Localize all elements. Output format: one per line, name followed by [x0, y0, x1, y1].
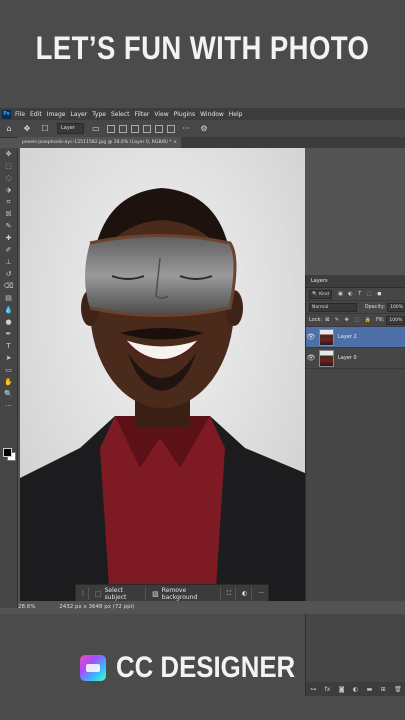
- menu-layer[interactable]: Layer: [70, 111, 87, 118]
- layer-row-layer-0[interactable]: 👁 Layer 0: [306, 348, 405, 369]
- tools-panel: ✥ ⬚ ◌ ⬗ ⌗ ☒ ✎ ✚ ✐ ⊥ ↺ ⌫ ▤ 💧 ● ✒ T ➤ ▭ ✋ …: [0, 148, 18, 608]
- shape-tool-icon[interactable]: ▭: [0, 364, 17, 376]
- fill-label: Fill:: [375, 317, 385, 323]
- lasso-tool-icon[interactable]: ◌: [0, 172, 17, 184]
- menu-bar: Ps File Edit Image Layer Type Select Fil…: [0, 108, 405, 120]
- transform-icon[interactable]: ⛶: [223, 587, 237, 600]
- menu-file[interactable]: File: [15, 111, 25, 118]
- lock-icons[interactable]: ⊠ ✎ ✥ ⬚ 🔒: [325, 317, 373, 323]
- video-title-banner: LET’S FUN WITH PHOTO: [35, 30, 370, 66]
- menu-image[interactable]: Image: [47, 111, 66, 118]
- frame-tool-icon[interactable]: ☒: [0, 208, 17, 220]
- layer-thumbnail: [319, 328, 334, 346]
- opacity-label: Opacity:: [364, 304, 386, 310]
- align-middle-icon[interactable]: [154, 124, 163, 133]
- document-tab-title: pexels-josephsolo-ayc-12511582.jpg @ 28.…: [22, 140, 172, 145]
- layer-filter-row: 🔍 Kind ▣ ◐ T ⬚ ◼: [306, 288, 405, 301]
- layer-name: Layer 2: [338, 334, 357, 340]
- zoom-tool-icon[interactable]: 🔍: [0, 388, 17, 400]
- eyedropper-tool-icon[interactable]: ✎: [0, 220, 17, 232]
- status-bar: 28.6% 2432 px x 3648 px (72 ppi): [18, 601, 405, 614]
- marquee-tool-icon[interactable]: ⬚: [0, 160, 17, 172]
- document-canvas[interactable]: [18, 148, 305, 603]
- photoshop-logo-icon: Ps: [2, 109, 11, 119]
- image-icon: ▨: [152, 589, 159, 598]
- blend-row: Normal Opacity: 100%: [306, 301, 405, 314]
- menu-filter[interactable]: Filter: [135, 111, 150, 118]
- document-tab-bar: pexels-josephsolo-ayc-12511582.jpg @ 28.…: [18, 137, 405, 148]
- menu-select[interactable]: Select: [111, 111, 130, 118]
- layers-tab[interactable]: Layers: [306, 275, 405, 288]
- move-tool-icon[interactable]: ✥: [0, 148, 17, 160]
- more-options-icon[interactable]: ···: [180, 124, 192, 134]
- opacity-field[interactable]: 100%: [387, 302, 405, 312]
- portrait-photo: [20, 148, 305, 603]
- filter-kind-dropdown[interactable]: 🔍 Kind: [309, 289, 332, 299]
- align-center-icon[interactable]: [118, 124, 127, 133]
- fill-field[interactable]: 100%: [386, 315, 405, 325]
- menu-plugins[interactable]: Plugins: [174, 111, 196, 118]
- move-tool-icon[interactable]: ✥: [21, 124, 33, 134]
- document-size: 2432 px x 3648 px (72 ppi): [59, 604, 135, 610]
- layer-thumbnail: [319, 349, 334, 367]
- more-options-button[interactable]: ···: [254, 587, 268, 600]
- filter-icons[interactable]: ▣ ◐ T ⬚ ◼: [338, 291, 383, 297]
- hand-tool-icon[interactable]: ✋: [0, 376, 17, 388]
- history-brush-tool-icon[interactable]: ↺: [0, 268, 17, 280]
- crop-tool-icon[interactable]: ⌗: [0, 196, 17, 208]
- document-tab[interactable]: pexels-josephsolo-ayc-12511582.jpg @ 28.…: [18, 137, 181, 148]
- auto-select-dropdown[interactable]: Layer: [57, 123, 84, 134]
- lock-label: Lock:: [309, 317, 323, 323]
- gradient-tool-icon[interactable]: ▤: [0, 292, 17, 304]
- path-selection-tool-icon[interactable]: ➤: [0, 352, 17, 364]
- align-top-icon[interactable]: [142, 124, 151, 133]
- healing-brush-tool-icon[interactable]: ✚: [0, 232, 17, 244]
- more-tools-icon[interactable]: ···: [0, 400, 17, 412]
- pen-tool-icon[interactable]: ✒: [0, 328, 17, 340]
- remove-background-button[interactable]: ▨ Remove background: [148, 587, 221, 601]
- menu-help[interactable]: Help: [229, 111, 243, 118]
- menu-window[interactable]: Window: [200, 111, 224, 118]
- options-bar: ⌂ ✥ ☐ Layer ▭ ··· ⚙: [0, 120, 405, 138]
- align-right-icon[interactable]: [130, 124, 139, 133]
- transform-controls-icon[interactable]: ▭: [90, 124, 102, 134]
- menu-edit[interactable]: Edit: [30, 111, 42, 118]
- align-bottom-icon[interactable]: [166, 124, 175, 133]
- blur-tool-icon[interactable]: 💧: [0, 304, 17, 316]
- align-left-icon[interactable]: [106, 124, 115, 133]
- brand-name: CC DESIGNER: [116, 651, 296, 684]
- clone-stamp-tool-icon[interactable]: ⊥: [0, 256, 17, 268]
- photoshop-window: Ps File Edit Image Layer Type Select Fil…: [0, 108, 405, 696]
- lock-row: Lock: ⊠ ✎ ✥ ⬚ 🔒 Fill: 100%: [306, 314, 405, 327]
- type-tool-icon[interactable]: T: [0, 340, 17, 352]
- visibility-eye-icon[interactable]: 👁: [306, 354, 316, 362]
- foreground-color-swatch[interactable]: [3, 448, 12, 457]
- layer-name: Layer 0: [338, 355, 357, 361]
- blend-mode-dropdown[interactable]: Normal: [309, 302, 357, 312]
- close-tab-icon[interactable]: ×: [173, 140, 177, 145]
- adjustment-icon[interactable]: ◐: [238, 587, 253, 600]
- brand-footer: CC DESIGNER: [0, 648, 405, 688]
- eraser-tool-icon[interactable]: ⌫: [0, 280, 17, 292]
- select-subject-button[interactable]: ⬚ Select subject: [91, 587, 147, 601]
- menu-type[interactable]: Type: [92, 111, 106, 118]
- dodge-tool-icon[interactable]: ●: [0, 316, 17, 328]
- brush-tool-icon[interactable]: ✐: [0, 244, 17, 256]
- layer-row-layer-2[interactable]: 👁 Layer 2: [306, 327, 405, 348]
- home-icon[interactable]: ⌂: [3, 124, 15, 134]
- zoom-level[interactable]: 28.6%: [18, 604, 35, 610]
- select-subject-icon: ⬚: [95, 589, 102, 598]
- cc-designer-logo-icon: [80, 655, 107, 681]
- auto-select-checkbox[interactable]: ☐: [39, 124, 51, 134]
- menu-view[interactable]: View: [154, 111, 168, 118]
- object-selection-tool-icon[interactable]: ⬗: [0, 184, 17, 196]
- settings-gear-icon[interactable]: ⚙: [198, 124, 210, 134]
- layers-panel: Layers 🔍 Kind ▣ ◐ T ⬚ ◼ Normal Opacity: …: [305, 275, 405, 696]
- visibility-eye-icon[interactable]: 👁: [306, 333, 316, 341]
- drag-handle[interactable]: ⋮: [78, 587, 89, 600]
